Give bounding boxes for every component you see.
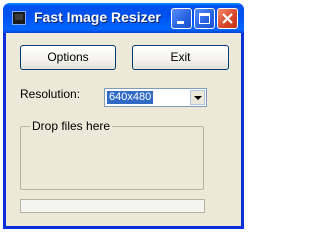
client-area: Options Exit Resolution: 640x480 Drop fi… (6, 33, 241, 226)
title-bar[interactable]: Fast Image Resizer (3, 3, 244, 33)
resolution-label: Resolution: (20, 87, 81, 101)
resolution-selected-value: 640x480 (107, 91, 154, 104)
minimize-icon (177, 21, 184, 24)
drop-files-area[interactable]: Drop files here (20, 119, 204, 190)
close-icon (222, 13, 233, 24)
maximize-icon (199, 13, 210, 24)
app-window: Fast Image Resizer Options Exit Resoluti… (3, 3, 244, 229)
status-bar (20, 199, 205, 213)
minimize-button[interactable] (171, 8, 192, 29)
exit-button[interactable]: Exit (132, 45, 229, 70)
close-button[interactable] (217, 8, 238, 29)
dropdown-arrow-icon[interactable] (190, 90, 205, 105)
resolution-select[interactable]: 640x480 (104, 88, 207, 107)
options-button[interactable]: Options (20, 45, 116, 70)
drop-files-label: Drop files here (30, 119, 113, 133)
maximize-button[interactable] (194, 8, 215, 29)
app-icon[interactable] (12, 11, 26, 25)
window-title: Fast Image Resizer (34, 9, 161, 25)
